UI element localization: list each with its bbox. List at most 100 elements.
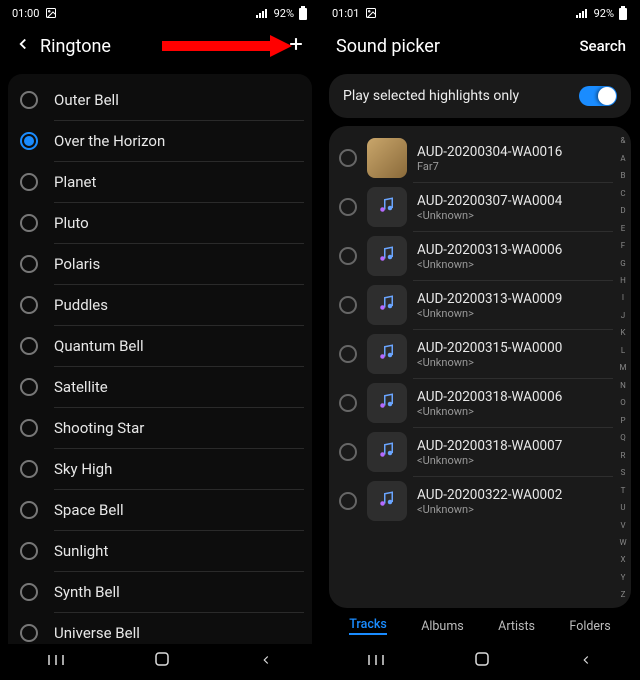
track-title: AUD-20200315-WA0000	[417, 340, 562, 356]
radio-icon[interactable]	[20, 337, 38, 355]
track-row[interactable]: AUD-20200322-WA0002<Unknown>	[333, 477, 627, 525]
nav-back-icon[interactable]	[579, 652, 593, 671]
nav-recent-icon[interactable]	[47, 652, 65, 671]
track-row[interactable]: AUD-20200318-WA0007<Unknown>	[333, 428, 627, 476]
index-letter[interactable]: E	[617, 224, 629, 233]
radio-icon[interactable]	[20, 460, 38, 478]
nav-home-icon[interactable]	[154, 651, 170, 671]
index-letter[interactable]: Q	[617, 433, 629, 442]
battery-text: 92%	[274, 7, 294, 20]
index-letter[interactable]: W	[617, 538, 629, 547]
track-row[interactable]: AUD-20200307-WA0004<Unknown>	[333, 183, 627, 231]
ringtone-label: Puddles	[54, 296, 108, 314]
track-row[interactable]: AUD-20200313-WA0009<Unknown>	[333, 281, 627, 329]
tab-folders[interactable]: Folders	[569, 619, 610, 634]
nav-home-icon[interactable]	[474, 651, 490, 671]
index-letter[interactable]: V	[617, 521, 629, 530]
ringtone-row[interactable]: Sky High	[12, 449, 308, 489]
radio-icon[interactable]	[20, 624, 38, 642]
radio-icon[interactable]	[339, 198, 357, 216]
index-letter[interactable]: M	[617, 363, 629, 372]
track-title: AUD-20200318-WA0006	[417, 389, 562, 405]
music-note-icon	[378, 392, 396, 414]
radio-icon[interactable]	[20, 296, 38, 314]
tab-albums[interactable]: Albums	[421, 619, 464, 634]
index-letter[interactable]: K	[617, 328, 629, 337]
radio-icon[interactable]	[339, 394, 357, 412]
nav-recent-icon[interactable]	[367, 652, 385, 671]
radio-icon[interactable]	[20, 214, 38, 232]
radio-icon[interactable]	[20, 583, 38, 601]
radio-icon[interactable]	[339, 345, 357, 363]
radio-icon[interactable]	[20, 419, 38, 437]
index-letter[interactable]: T	[617, 486, 629, 495]
index-letter[interactable]: J	[617, 311, 629, 320]
radio-icon[interactable]	[20, 91, 38, 109]
index-letter[interactable]: R	[617, 451, 629, 460]
radio-icon[interactable]	[20, 378, 38, 396]
index-letter[interactable]: C	[617, 189, 629, 198]
index-letter[interactable]: H	[617, 276, 629, 285]
index-letter[interactable]: B	[617, 171, 629, 180]
add-button[interactable]	[286, 34, 306, 58]
index-letter[interactable]: Z	[617, 590, 629, 599]
track-row[interactable]: AUD-20200318-WA0006<Unknown>	[333, 379, 627, 427]
index-letter[interactable]: &	[617, 136, 629, 145]
radio-icon[interactable]	[339, 492, 357, 510]
back-icon[interactable]	[14, 35, 32, 57]
radio-icon[interactable]	[339, 247, 357, 265]
tab-tracks[interactable]: Tracks	[349, 617, 387, 635]
radio-icon[interactable]	[339, 296, 357, 314]
ringtone-row[interactable]: Planet	[12, 162, 308, 202]
ringtone-row[interactable]: Space Bell	[12, 490, 308, 530]
track-row[interactable]: AUD-20200315-WA0000<Unknown>	[333, 330, 627, 378]
highlights-toggle[interactable]	[579, 86, 617, 106]
picture-icon	[365, 7, 377, 19]
index-letter[interactable]: D	[617, 206, 629, 215]
ringtone-row[interactable]: Shooting Star	[12, 408, 308, 448]
index-letter[interactable]: A	[617, 154, 629, 163]
ringtone-row[interactable]: Synth Bell	[12, 572, 308, 612]
radio-icon[interactable]	[20, 255, 38, 273]
ringtone-row[interactable]: Outer Bell	[12, 80, 308, 120]
ringtone-list[interactable]: Outer Bell Over the Horizon Planet Pluto Pol…	[8, 74, 312, 644]
track-row[interactable]: AUD-20200304-WA0016Far7	[333, 134, 627, 182]
ringtone-row[interactable]: Polaris	[12, 244, 308, 284]
track-row[interactable]: AUD-20200313-WA0006<Unknown>	[333, 232, 627, 280]
ringtone-row[interactable]: Pluto	[12, 203, 308, 243]
nav-back-icon[interactable]	[259, 652, 273, 671]
index-letter[interactable]: P	[617, 416, 629, 425]
radio-icon[interactable]	[20, 132, 38, 150]
radio-icon[interactable]	[20, 173, 38, 191]
index-letter[interactable]: S	[617, 468, 629, 477]
radio-icon[interactable]	[339, 149, 357, 167]
ringtone-row[interactable]: Over the Horizon	[12, 121, 308, 161]
index-letter[interactable]: N	[617, 381, 629, 390]
track-thumb	[367, 383, 407, 423]
ringtone-row[interactable]: Sunlight	[12, 531, 308, 571]
ringtone-label: Pluto	[54, 214, 89, 232]
track-list[interactable]: AUD-20200304-WA0016Far7AUD-20200307-WA00…	[329, 126, 631, 608]
index-letter[interactable]: X	[617, 555, 629, 564]
track-artist: <Unknown>	[417, 258, 562, 271]
index-letter[interactable]: L	[617, 346, 629, 355]
index-letter[interactable]: Y	[617, 573, 629, 582]
ringtone-row[interactable]: Universe Bell	[12, 613, 308, 644]
index-letter[interactable]: U	[617, 503, 629, 512]
search-button[interactable]: Search	[579, 37, 626, 55]
radio-icon[interactable]	[339, 443, 357, 461]
tab-artists[interactable]: Artists	[498, 619, 535, 634]
ringtone-row[interactable]: Puddles	[12, 285, 308, 325]
index-letter[interactable]: O	[617, 398, 629, 407]
index-letter[interactable]: F	[617, 241, 629, 250]
radio-icon[interactable]	[20, 501, 38, 519]
radio-icon[interactable]	[20, 542, 38, 560]
index-scroller[interactable]: & ABCDEFGHIJKLMNOPQRSTUVWXYZ	[617, 132, 629, 604]
ringtone-label: Synth Bell	[54, 583, 120, 601]
ringtone-row[interactable]: Satellite	[12, 367, 308, 407]
index-letter[interactable]: I	[617, 293, 629, 302]
ringtone-row[interactable]: Quantum Bell	[12, 326, 308, 366]
track-title: AUD-20200318-WA0007	[417, 438, 562, 454]
index-letter[interactable]: G	[617, 259, 629, 268]
ringtone-label: Over the Horizon	[54, 132, 165, 150]
